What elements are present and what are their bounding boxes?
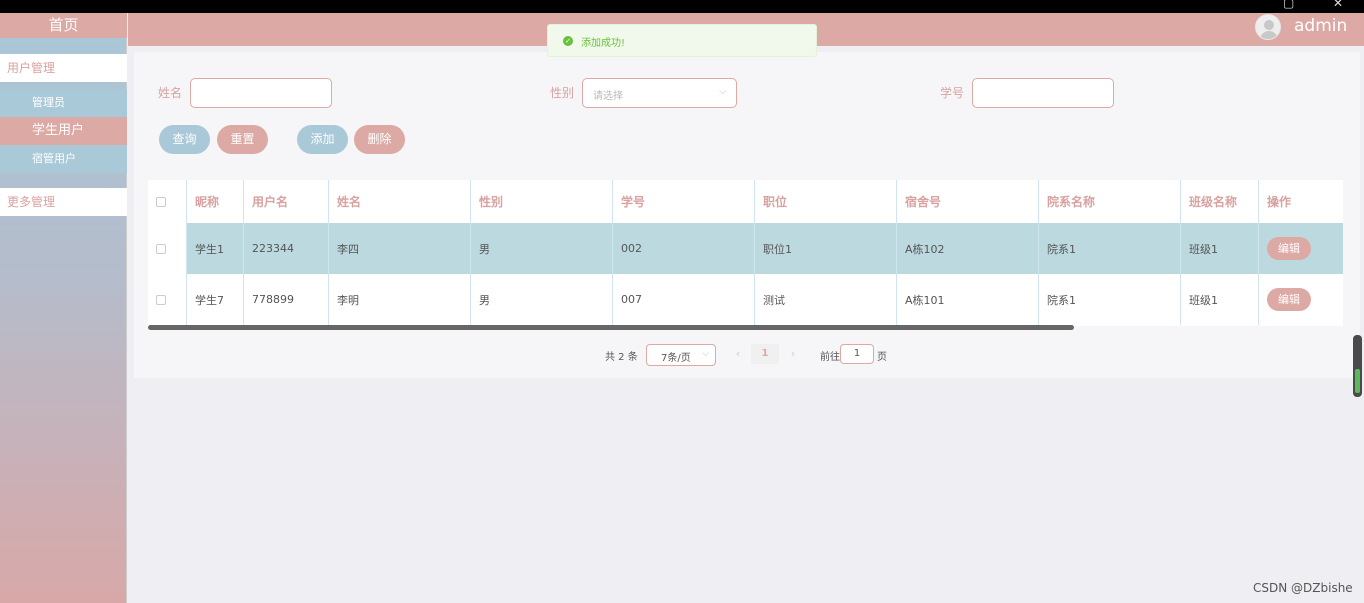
column-header[interactable]: 姓名 <box>329 180 471 223</box>
sidebar-item-student-users[interactable]: 学生用户 <box>0 117 127 145</box>
column-header[interactable]: 性别 <box>471 180 613 223</box>
prev-page-icon[interactable]: ‹ <box>726 344 750 364</box>
page-suffix: 页 <box>877 352 887 363</box>
column-header[interactable]: 院系名称 <box>1039 180 1181 223</box>
gender-select[interactable]: 请选择 ⌵ <box>582 78 737 108</box>
reset-button[interactable]: 重置 <box>217 125 268 154</box>
sidebar-group-more-management[interactable]: 更多管理 <box>0 188 127 216</box>
sidebar-group-user-management[interactable]: 用户管理 <box>0 54 127 82</box>
username-label[interactable]: admin <box>1294 16 1347 36</box>
table-cell: 班级1 <box>1181 274 1259 325</box>
edit-button[interactable]: 编辑 <box>1267 237 1311 260</box>
name-label: 姓名 <box>158 86 183 100</box>
user-avatar-icon[interactable] <box>1255 14 1281 40</box>
row-actions: 编辑 <box>1259 223 1343 274</box>
column-header[interactable]: 职位 <box>755 180 897 223</box>
gender-label: 性别 <box>550 86 575 100</box>
table-cell: 007 <box>613 274 755 325</box>
page-size-value: 7条/页 <box>661 353 691 364</box>
column-header[interactable]: 用户名 <box>244 180 329 223</box>
select-all-checkbox[interactable] <box>148 180 187 223</box>
gender-placeholder: 请选择 <box>593 91 623 102</box>
row-checkbox[interactable] <box>148 274 187 325</box>
column-header[interactable]: 班级名称 <box>1181 180 1259 223</box>
table-cell: 002 <box>613 223 755 274</box>
goto-label: 前往 <box>820 352 840 363</box>
row-checkbox[interactable] <box>148 223 187 274</box>
check-circle-icon: ✓ <box>563 36 573 46</box>
sidebar-home[interactable]: 首页 <box>0 13 127 38</box>
toast-message: 添加成功! <box>581 38 626 49</box>
table-cell: 测试 <box>755 274 897 325</box>
column-header[interactable]: 昵称 <box>187 180 244 223</box>
goto-page-input[interactable]: 1 <box>840 344 874 364</box>
table-horizontal-scrollbar[interactable] <box>148 325 1074 330</box>
table-cell: 223344 <box>244 223 329 274</box>
chevron-down-icon: ⌵ <box>702 349 709 359</box>
page-number-current[interactable]: 1 <box>751 344 779 364</box>
name-input[interactable] <box>190 78 332 108</box>
sidebar-item-admin[interactable]: 管理员 <box>0 89 127 117</box>
users-table: 昵称 用户名 姓名 性别 学号 职位 宿舍号 院系名称 班级名称 操作 学生1 … <box>148 180 1343 326</box>
table-cell: 李明 <box>329 274 471 325</box>
delete-button[interactable]: 删除 <box>354 125 405 154</box>
table-cell: 职位1 <box>755 223 897 274</box>
column-header[interactable]: 学号 <box>613 180 755 223</box>
query-button[interactable]: 查询 <box>159 125 210 154</box>
watermark: CSDN @DZbishe <box>1253 581 1353 595</box>
sidebar-item-dorm-users[interactable]: 宿管用户 <box>0 145 127 173</box>
next-page-icon[interactable]: › <box>781 344 805 364</box>
table-cell: 学生7 <box>187 274 244 325</box>
student-no-input[interactable] <box>972 78 1114 108</box>
maximize-icon[interactable]: ▢ <box>1283 0 1294 9</box>
table-cell: A栋101 <box>897 274 1039 325</box>
column-header[interactable]: 宿舍号 <box>897 180 1039 223</box>
table-cell: 778899 <box>244 274 329 325</box>
page-size-select[interactable]: 7条/页 ⌵ <box>646 344 716 366</box>
row-actions: 编辑 <box>1259 274 1343 325</box>
sidebar: 首页 用户管理 管理员 学生用户 宿管用户 更多管理 <box>0 13 127 603</box>
table-cell: 男 <box>471 223 613 274</box>
student-no-label: 学号 <box>940 86 965 100</box>
vertical-scrollbar[interactable] <box>1353 335 1362 397</box>
column-header: 操作 <box>1267 195 1292 209</box>
close-icon[interactable]: ✕ <box>1333 0 1343 9</box>
table-cell: A栋102 <box>897 223 1039 274</box>
table-cell: 班级1 <box>1181 223 1259 274</box>
chevron-down-icon: ⌵ <box>719 87 726 97</box>
edit-button[interactable]: 编辑 <box>1267 288 1311 311</box>
success-toast: ✓ 添加成功! <box>547 24 817 57</box>
table-cell: 院系1 <box>1039 223 1181 274</box>
window-titlebar: ▢ ✕ <box>0 0 1364 13</box>
table-cell: 院系1 <box>1039 274 1181 325</box>
add-button[interactable]: 添加 <box>297 125 348 154</box>
pagination-total: 共 2 条 <box>605 352 638 363</box>
table-cell: 学生1 <box>187 223 244 274</box>
table-cell: 李四 <box>329 223 471 274</box>
table-cell: 男 <box>471 274 613 325</box>
